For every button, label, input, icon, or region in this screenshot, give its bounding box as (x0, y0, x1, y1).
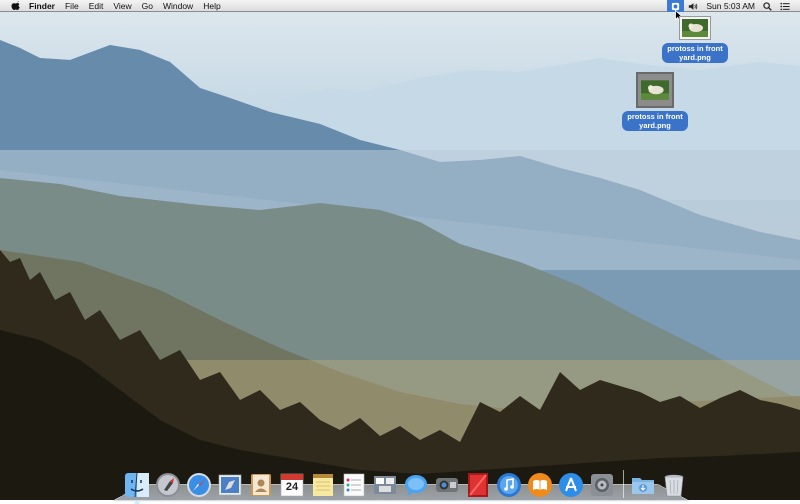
desktop-file-label: protoss in front yard.png (662, 43, 728, 63)
image-file-thumbnail (636, 72, 674, 108)
file-label-line2: yard.png (679, 53, 711, 62)
launchpad-icon[interactable] (155, 472, 181, 498)
menu-view[interactable]: View (108, 0, 136, 12)
spotlight-search-icon[interactable] (759, 0, 776, 12)
contacts-icon[interactable] (248, 472, 274, 498)
photo-thumbnail-icon (641, 80, 669, 100)
mail-icon[interactable] (217, 472, 243, 498)
trash-icon[interactable] (661, 472, 687, 498)
messages-icon[interactable] (403, 472, 429, 498)
file-label-line1: protoss in front (667, 44, 723, 53)
downloads-stack-icon[interactable] (630, 472, 656, 498)
menu-app-finder[interactable]: Finder (22, 0, 60, 12)
app-store-icon[interactable] (558, 472, 584, 498)
desktop-file-icon[interactable]: protoss in front yard.png (655, 16, 735, 65)
file-label-line2: yard.png (639, 121, 671, 130)
volume-icon[interactable] (684, 0, 702, 12)
photo-booth-icon[interactable] (465, 472, 491, 498)
menu-go[interactable]: Go (137, 0, 158, 12)
mission-control-icon[interactable] (372, 472, 398, 498)
menu-help[interactable]: Help (198, 0, 225, 12)
menu-file[interactable]: File (60, 0, 84, 12)
menu-window[interactable]: Window (158, 0, 198, 12)
notification-center-icon[interactable] (776, 0, 794, 12)
calendar-icon[interactable]: 24 (279, 472, 305, 498)
dock-separator (623, 470, 624, 498)
notes-icon[interactable] (310, 472, 336, 498)
photo-thumbnail-icon (682, 19, 708, 37)
dock: 24 (124, 462, 692, 504)
image-file-thumbnail (679, 16, 711, 40)
system-preferences-icon[interactable] (589, 472, 615, 498)
apple-menu-icon[interactable] (8, 0, 22, 11)
desktop-file-icon-selected[interactable]: protoss in front yard.png (615, 72, 695, 133)
file-label-line1: protoss in front (627, 112, 683, 121)
finder-icon[interactable] (124, 472, 150, 504)
menu-edit[interactable]: Edit (84, 0, 109, 12)
facetime-icon[interactable] (434, 472, 460, 498)
menu-clock[interactable]: Sun 5:03 AM (702, 0, 759, 12)
ibooks-icon[interactable] (527, 472, 553, 498)
calendar-day: 24 (285, 481, 299, 493)
reminders-icon[interactable] (341, 472, 367, 498)
safari-icon[interactable] (186, 472, 212, 498)
itunes-icon[interactable] (496, 472, 522, 498)
desktop-file-label: protoss in front yard.png (622, 111, 688, 131)
